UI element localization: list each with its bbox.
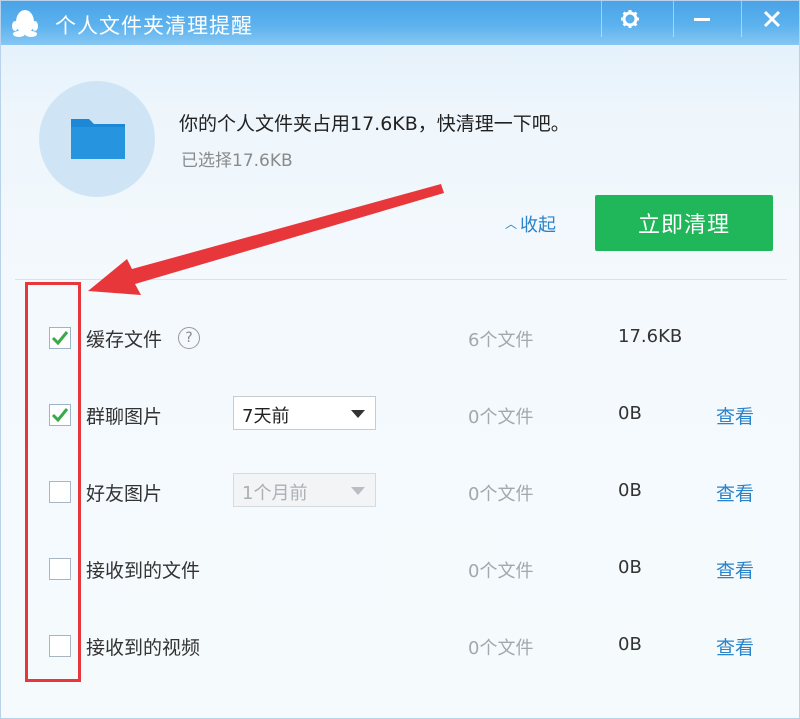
annotation-highlight-box [25, 282, 81, 682]
collapse-link[interactable]: ︿ 收起 [505, 211, 556, 237]
file-count: 6个文件 [468, 330, 534, 351]
row-label: 接收到的文件 [86, 560, 201, 582]
view-link[interactable]: 查看 [716, 402, 754, 429]
view-link[interactable]: 查看 [716, 633, 754, 660]
list-item-received-files: 接收到的文件 0个文件 0B 查看 [1, 548, 799, 588]
dropdown-arrow-icon [351, 487, 365, 495]
dropdown-arrow-icon [351, 410, 365, 418]
file-size: 0B [618, 480, 642, 501]
row-label: 接收到的视频 [86, 637, 201, 659]
list-item-friend-images: 好友图片 1个月前 0个文件 0B 查看 [1, 471, 799, 511]
minimize-icon [693, 18, 710, 21]
file-size: 0B [618, 403, 642, 424]
file-count: 0个文件 [468, 638, 534, 659]
usage-message: 你的个人文件夹占用17.6KB，快清理一下吧。 [179, 113, 570, 135]
file-size: 17.6KB [618, 326, 683, 347]
friend-images-age-select[interactable]: 1个月前 [233, 473, 376, 507]
title-bar[interactable]: 个人文件夹清理提醒 [1, 1, 799, 45]
file-size: 0B [618, 557, 642, 578]
window-title: 个人文件夹清理提醒 [55, 14, 253, 38]
qq-penguin-icon [12, 10, 38, 37]
view-link[interactable]: 查看 [716, 479, 754, 506]
help-icon[interactable]: ? [178, 327, 200, 349]
view-link[interactable]: 查看 [716, 556, 754, 583]
divider [15, 279, 787, 280]
row-label: 群聊图片 [86, 406, 163, 428]
file-size: 0B [618, 634, 642, 655]
file-count: 0个文件 [468, 484, 534, 505]
list-item-received-videos: 接收到的视频 0个文件 0B 查看 [1, 625, 799, 665]
folder-icon [71, 119, 125, 159]
collapse-label: 收起 [520, 215, 557, 236]
list-item-cache: 缓存文件 ? 6个文件 17.6KB [1, 317, 799, 357]
row-label: 好友图片 [86, 483, 163, 505]
select-value: 7天前 [242, 406, 290, 427]
cleanup-dialog: 个人文件夹清理提醒 你的个人文件夹占用17.6KB，快清理一下吧。 已选择17.… [0, 0, 800, 719]
group-images-age-select[interactable]: 7天前 [233, 396, 376, 430]
file-count: 0个文件 [468, 561, 534, 582]
row-label: 缓存文件 [86, 329, 163, 351]
folder-badge [39, 81, 155, 197]
list-item-group-images: 群聊图片 7天前 0个文件 0B 查看 [1, 394, 799, 434]
close-button[interactable] [741, 1, 799, 37]
close-icon [763, 10, 780, 28]
select-value: 1个月前 [242, 483, 308, 504]
selected-size: 已选择17.6KB [181, 151, 293, 171]
clean-now-button[interactable]: 立即清理 [595, 195, 773, 251]
settings-button[interactable] [601, 1, 657, 37]
chevron-up-icon: ︿ [505, 217, 518, 231]
file-count: 0个文件 [468, 407, 534, 428]
minimize-button[interactable] [673, 1, 729, 37]
gear-icon [620, 10, 639, 28]
